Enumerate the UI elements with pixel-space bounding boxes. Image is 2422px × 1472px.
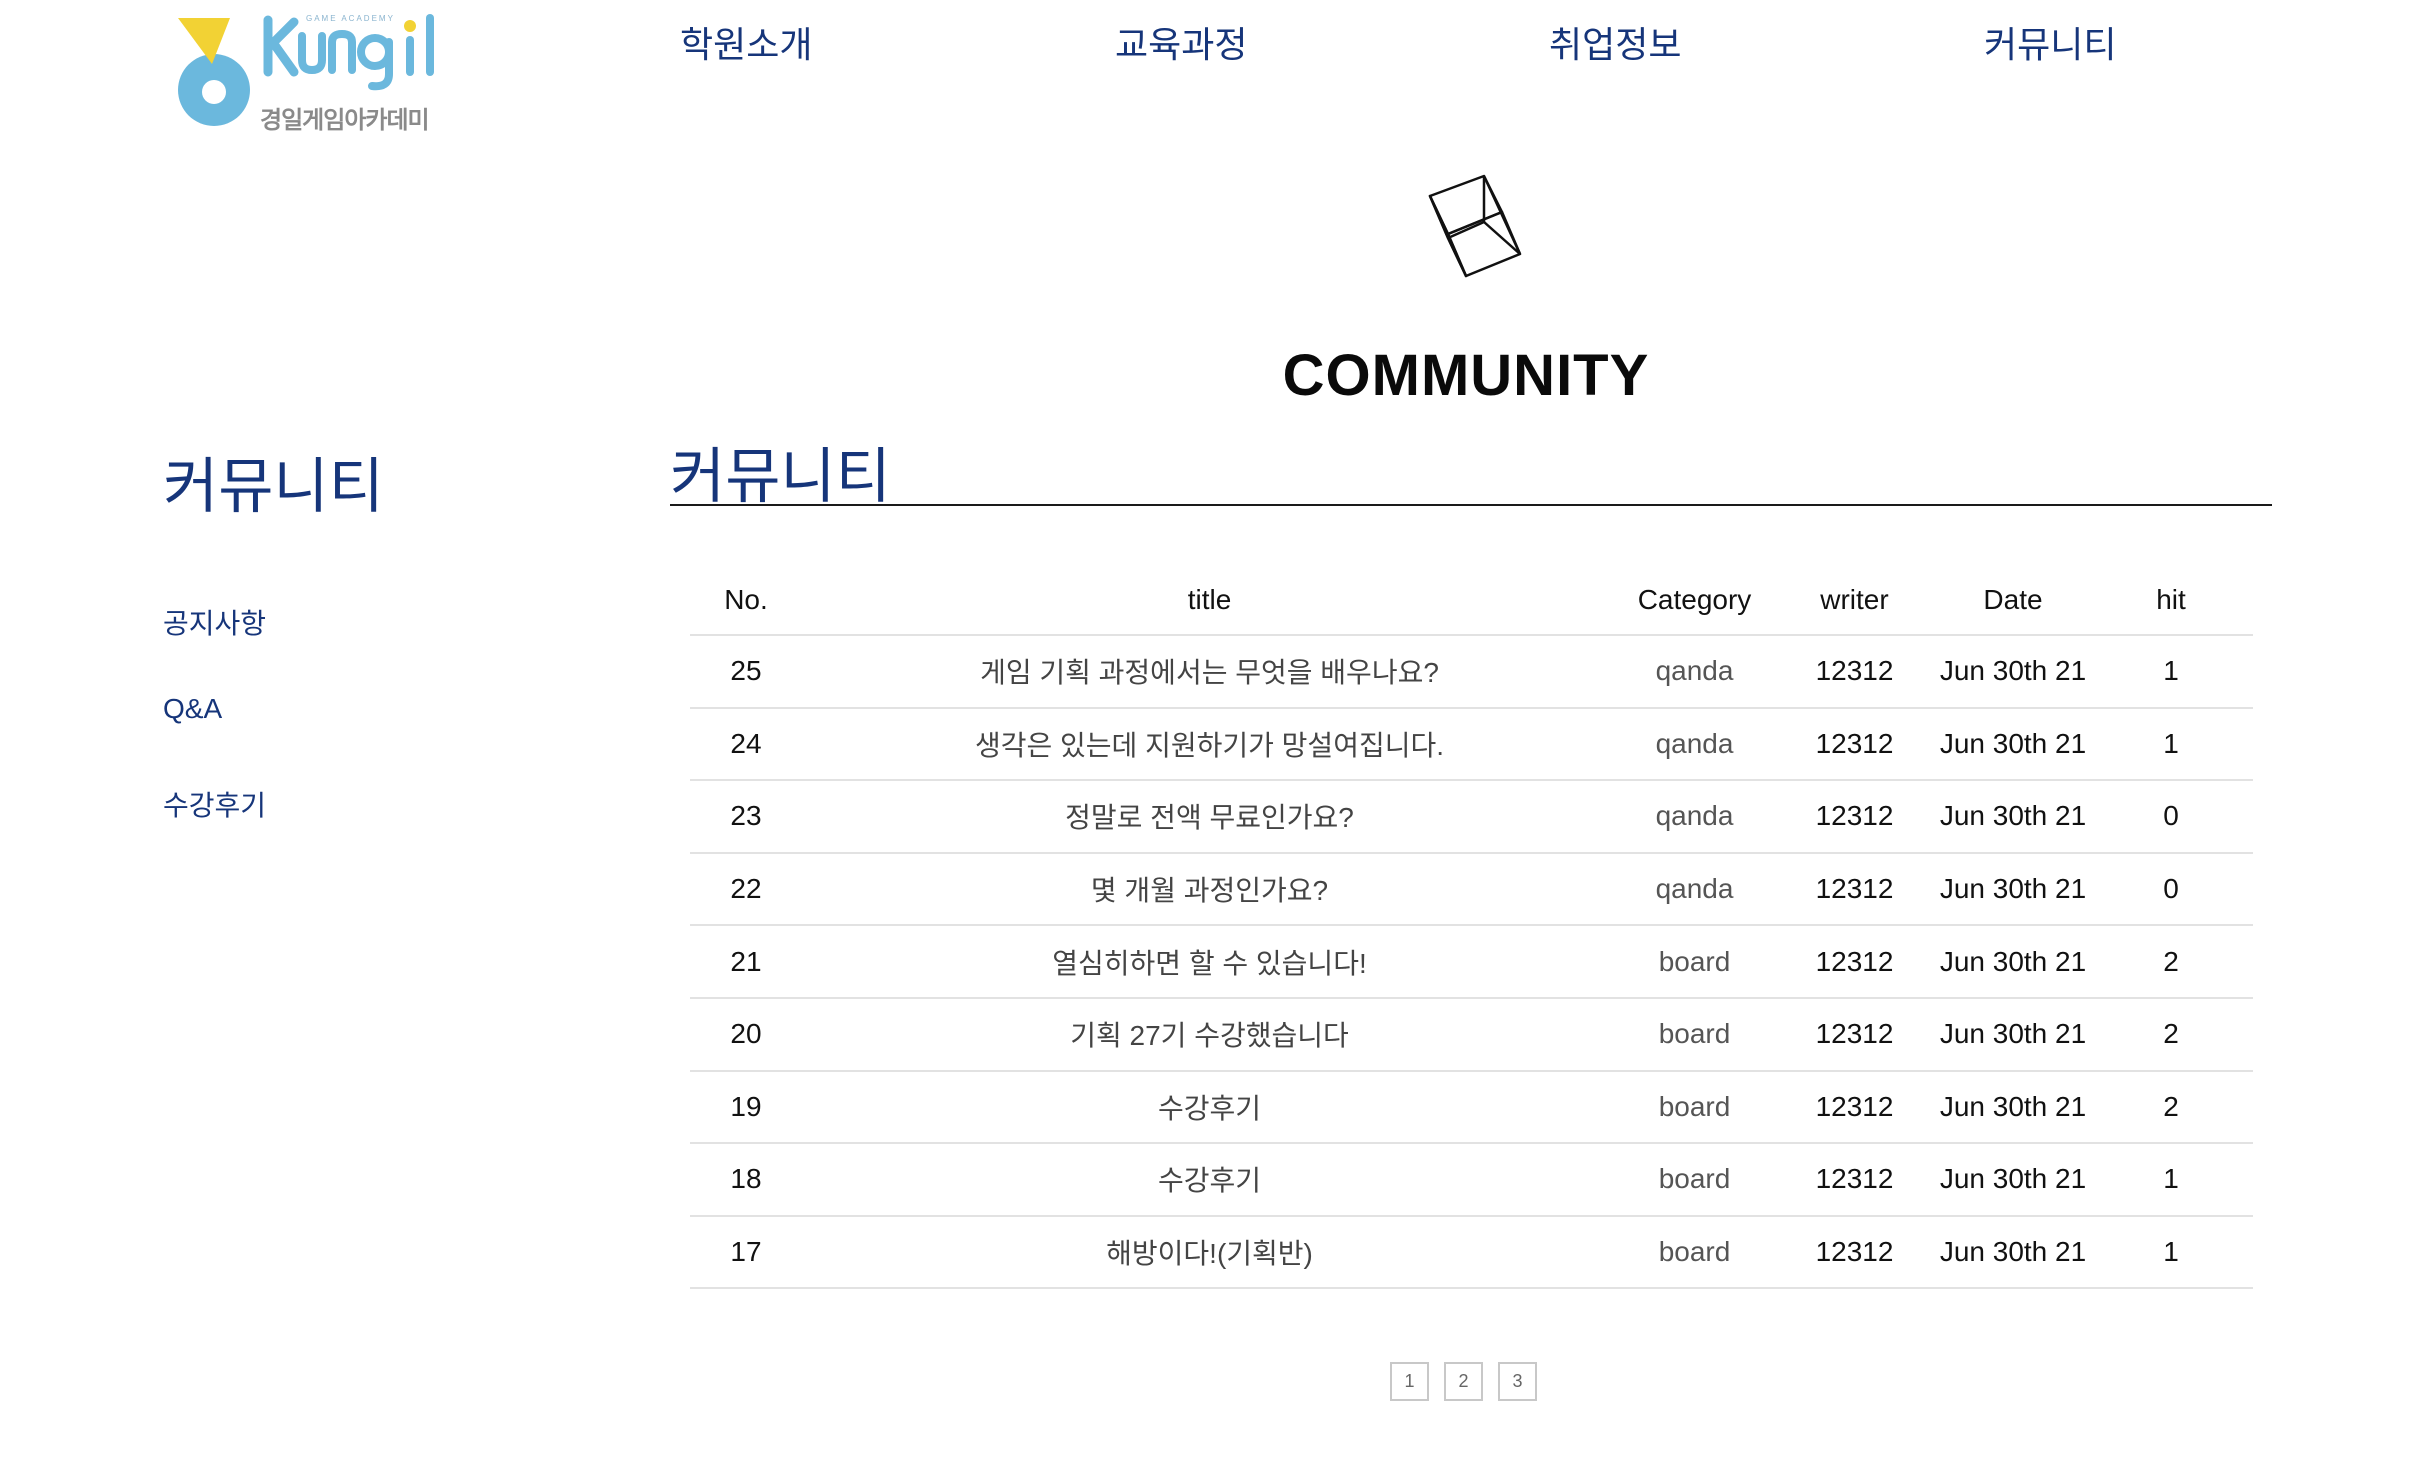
board-table: No. title Category writer Date hit 25 게임… [690, 565, 2253, 1290]
row-category: board [1617, 997, 1772, 1072]
header-writer: writer [1772, 565, 1937, 636]
page-button-2[interactable]: 2 [1444, 1362, 1483, 1401]
table-row[interactable]: 23 정말로 전액 무료인가요? qanda 12312 Jun 30th 21… [690, 780, 2253, 854]
row-no: 17 [690, 1215, 802, 1290]
row-no: 23 [690, 780, 802, 854]
sidebar-item-notice[interactable]: 공지사항 [163, 602, 266, 693]
sidebar-item-qna[interactable]: Q&A [163, 693, 266, 784]
row-date: Jun 30th 21 [1937, 635, 2089, 709]
sidebar-menu: 공지사항 Q&A 수강후기 [163, 602, 266, 875]
hero-title: COMMUNITY [1282, 343, 1650, 408]
row-category: qanda [1617, 780, 1772, 854]
row-date: Jun 30th 21 [1937, 925, 2089, 999]
row-title-link[interactable]: 몇 개월 과정인가요? [802, 852, 1617, 927]
row-hit: 1 [2089, 707, 2253, 782]
row-no: 20 [690, 997, 802, 1072]
table-row[interactable]: 17 해방이다!(기획반) board 12312 Jun 30th 21 1 [690, 1215, 2253, 1290]
row-category: qanda [1617, 635, 1772, 709]
row-date: Jun 30th 21 [1937, 1143, 2089, 1217]
row-hit: 0 [2089, 852, 2253, 927]
row-title-link[interactable]: 열심히하면 할 수 있습니다! [802, 925, 1617, 999]
row-no: 19 [690, 1070, 802, 1145]
row-title-link[interactable]: 정말로 전액 무료인가요? [802, 780, 1617, 854]
header-category: Category [1617, 565, 1772, 636]
page-button-3[interactable]: 3 [1498, 1362, 1537, 1401]
cube-icon [1420, 172, 1540, 292]
row-hit: 0 [2089, 780, 2253, 854]
row-no: 18 [690, 1143, 802, 1217]
nav-item-jobs[interactable]: 취업정보 [1549, 16, 1681, 68]
row-title-link[interactable]: 해방이다!(기획반) [802, 1215, 1617, 1290]
row-writer: 12312 [1772, 780, 1937, 854]
row-hit: 2 [2089, 997, 2253, 1072]
page-button-1[interactable]: 1 [1390, 1362, 1429, 1401]
row-title-link[interactable]: 수강후기 [802, 1070, 1617, 1145]
table-row[interactable]: 21 열심히하면 할 수 있습니다! board 12312 Jun 30th … [690, 925, 2253, 999]
header-date: Date [1937, 565, 2089, 636]
nav-item-community[interactable]: 커뮤니티 [1984, 16, 2116, 68]
row-hit: 1 [2089, 1143, 2253, 1217]
row-date: Jun 30th 21 [1937, 780, 2089, 854]
header-no: No. [690, 565, 802, 636]
row-writer: 12312 [1772, 707, 1937, 782]
row-title-link[interactable]: 기획 27기 수강했습니다 [802, 997, 1617, 1072]
row-date: Jun 30th 21 [1937, 707, 2089, 782]
row-writer: 12312 [1772, 1143, 1937, 1217]
row-title-link[interactable]: 수강후기 [802, 1143, 1617, 1217]
row-hit: 1 [2089, 1215, 2253, 1290]
row-date: Jun 30th 21 [1937, 997, 2089, 1072]
table-row[interactable]: 22 몇 개월 과정인가요? qanda 12312 Jun 30th 21 0 [690, 852, 2253, 927]
row-no: 22 [690, 852, 802, 927]
row-category: board [1617, 1215, 1772, 1290]
row-category: qanda [1617, 852, 1772, 927]
pagination: 123 [1390, 1362, 1552, 1404]
main-nav: 학원소개 교육과정 취업정보 커뮤니티 [0, 16, 2422, 76]
row-no: 25 [690, 635, 802, 709]
row-category: board [1617, 1070, 1772, 1145]
row-date: Jun 30th 21 [1937, 1070, 2089, 1145]
row-date: Jun 30th 21 [1937, 1215, 2089, 1290]
header-hit: hit [2089, 565, 2253, 636]
row-writer: 12312 [1772, 997, 1937, 1072]
sidebar-title: 커뮤니티 [163, 453, 384, 520]
row-title-link[interactable]: 생각은 있는데 지원하기가 망설여집니다. [802, 707, 1617, 782]
row-title-link[interactable]: 게임 기획 과정에서는 무엇을 배우나요? [802, 635, 1617, 709]
table-row[interactable]: 19 수강후기 board 12312 Jun 30th 21 2 [690, 1070, 2253, 1145]
nav-item-about[interactable]: 학원소개 [680, 16, 812, 68]
section-divider [670, 504, 2272, 506]
row-no: 21 [690, 925, 802, 999]
table-row[interactable]: 20 기획 27기 수강했습니다 board 12312 Jun 30th 21… [690, 997, 2253, 1072]
row-writer: 12312 [1772, 852, 1937, 927]
row-hit: 1 [2089, 635, 2253, 709]
row-writer: 12312 [1772, 925, 1937, 999]
row-writer: 12312 [1772, 1070, 1937, 1145]
sidebar-item-reviews[interactable]: 수강후기 [163, 784, 266, 875]
table-row[interactable]: 24 생각은 있는데 지원하기가 망설여집니다. qanda 12312 Jun… [690, 707, 2253, 782]
table-row[interactable]: 25 게임 기획 과정에서는 무엇을 배우나요? qanda 12312 Jun… [690, 635, 2253, 709]
row-category: qanda [1617, 707, 1772, 782]
row-hit: 2 [2089, 1070, 2253, 1145]
table-header-row: No. title Category writer Date hit [690, 565, 2253, 636]
row-date: Jun 30th 21 [1937, 852, 2089, 927]
row-no: 24 [690, 707, 802, 782]
logo-korean-name: 경일게임아카데미 [260, 107, 430, 134]
section-title: 커뮤니티 [670, 443, 891, 510]
row-writer: 12312 [1772, 635, 1937, 709]
header-title: title [802, 565, 1617, 636]
row-hit: 2 [2089, 925, 2253, 999]
row-category: board [1617, 1143, 1772, 1217]
table-row[interactable]: 18 수강후기 board 12312 Jun 30th 21 1 [690, 1143, 2253, 1217]
nav-item-courses[interactable]: 교육과정 [1115, 16, 1247, 68]
row-writer: 12312 [1772, 1215, 1937, 1290]
row-category: board [1617, 925, 1772, 999]
